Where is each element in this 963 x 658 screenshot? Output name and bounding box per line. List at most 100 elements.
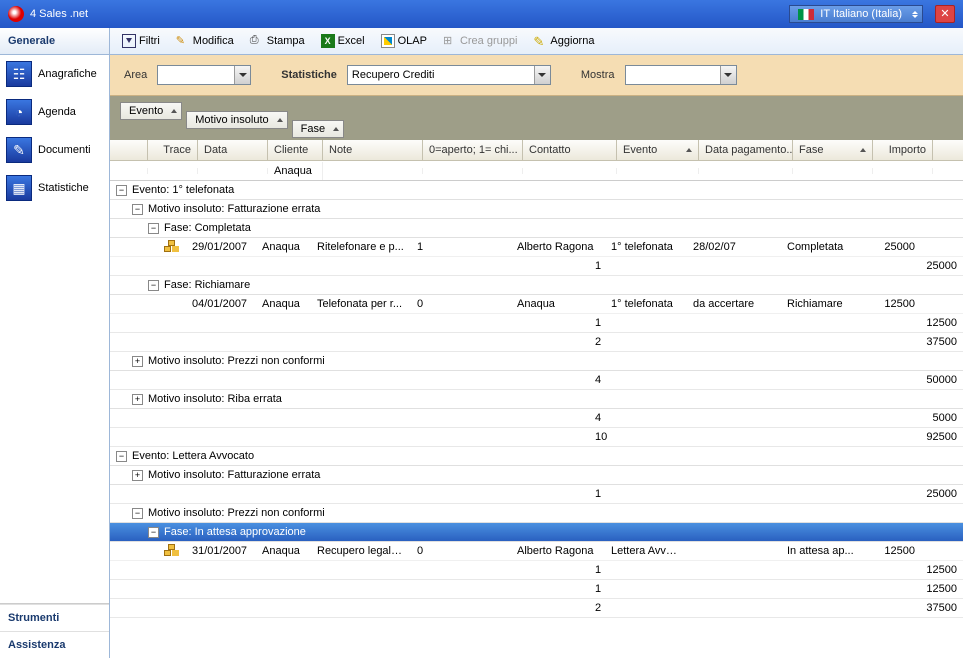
area-input[interactable] [158, 66, 234, 84]
group-chip-fase[interactable]: Fase [292, 120, 344, 138]
group-icon [443, 34, 457, 48]
group-row-evento[interactable]: −Evento: 1° telefonata [110, 181, 963, 200]
group-row-evento[interactable]: −Evento: Lettera Avvocato [110, 447, 963, 466]
sidebar: Generale ☷ Anagrafiche ◔ Agenda ✎ Docume… [0, 28, 110, 658]
area-combo[interactable] [157, 65, 251, 85]
collapse-icon[interactable]: − [116, 185, 127, 196]
excel-button[interactable]: XExcel [315, 31, 371, 51]
col-evento[interactable]: Evento [617, 140, 699, 160]
filtri-button[interactable]: Filtri [116, 31, 166, 51]
sidebar-item-agenda[interactable]: ◔ Agenda [0, 93, 109, 131]
col-cliente[interactable]: Cliente [268, 140, 323, 160]
sidebar-item-label: Agenda [38, 106, 76, 118]
sort-asc-icon [333, 127, 339, 131]
language-selector[interactable]: IT Italiano (Italia) [789, 5, 923, 23]
anagrafiche-icon: ☷ [6, 61, 32, 87]
collapse-icon[interactable]: − [148, 280, 159, 291]
agenda-icon: ◔ [6, 99, 32, 125]
app-icon [8, 6, 24, 22]
aggiorna-button[interactable]: Aggiorna [527, 31, 600, 51]
group-row-motivo[interactable]: +Motivo insoluto: Fatturazione errata [110, 466, 963, 485]
summary-row: 45000 [110, 409, 963, 428]
filter-bar: Area Statistiche Mostra [110, 55, 963, 96]
sidebar-item-label: Documenti [38, 144, 91, 156]
close-button[interactable]: ✕ [935, 5, 955, 23]
stampa-button[interactable]: Stampa [244, 31, 311, 51]
group-row-motivo[interactable]: −Motivo insoluto: Prezzi non conformi [110, 504, 963, 523]
mostra-input[interactable] [626, 66, 720, 84]
group-row-motivo[interactable]: +Motivo insoluto: Riba errata [110, 390, 963, 409]
summary-row: 125000 [110, 257, 963, 276]
dropdown-icon[interactable] [234, 66, 250, 84]
col-pagamento[interactable]: Data pagamento... [699, 140, 793, 160]
sidebar-header-strumenti[interactable]: Strumenti [0, 604, 109, 631]
mostra-combo[interactable] [625, 65, 737, 85]
dropdown-icon[interactable] [720, 66, 736, 84]
group-by-bar[interactable]: Evento Motivo insoluto Fase [110, 96, 963, 140]
area-label: Area [124, 69, 147, 81]
collapse-icon[interactable]: − [132, 204, 143, 215]
data-row[interactable]: 29/01/2007 Anaqua Ritelefonare e p... 1 … [110, 238, 963, 257]
grid-header: Trace Data Cliente Note 0=aperto; 1= chi… [110, 140, 963, 161]
statistiche-combo[interactable] [347, 65, 551, 85]
flag-italy-icon [798, 9, 814, 20]
sidebar-item-statistiche[interactable]: ▦ Statistiche [0, 169, 109, 207]
olap-icon [381, 34, 395, 48]
col-importo[interactable]: Importo [873, 140, 933, 160]
group-row-motivo[interactable]: −Motivo insoluto: Fatturazione errata [110, 200, 963, 219]
data-row[interactable]: 31/01/2007 Anaqua Recupero legale... 0 A… [110, 542, 963, 561]
mostra-label: Mostra [581, 69, 615, 81]
summary-row: 112500 [110, 561, 963, 580]
documenti-icon: ✎ [6, 137, 32, 163]
sidebar-header-assistenza[interactable]: Assistenza [0, 631, 109, 658]
col-expander [110, 140, 148, 160]
group-row-fase-selected[interactable]: −Fase: In attesa approvazione [110, 523, 963, 542]
summary-row: 1092500 [110, 428, 963, 447]
data-row[interactable]: 04/01/2007 Anaqua Telefonata per r... 0 … [110, 295, 963, 314]
summary-row: 237500 [110, 333, 963, 352]
statistiche-input[interactable] [348, 66, 534, 84]
col-aperto[interactable]: 0=aperto; 1= chi... [423, 140, 523, 160]
collapse-icon[interactable]: − [148, 527, 159, 538]
group-row-fase[interactable]: −Fase: Completata [110, 219, 963, 238]
expand-icon[interactable]: + [132, 470, 143, 481]
trace-icon[interactable] [164, 544, 180, 558]
sort-asc-icon [277, 118, 283, 122]
statistiche-label: Statistiche [281, 69, 337, 81]
col-fase[interactable]: Fase [793, 140, 873, 160]
expand-icon[interactable]: + [132, 394, 143, 405]
group-row-motivo[interactable]: +Motivo insoluto: Prezzi non conformi [110, 352, 963, 371]
summary-row: 112500 [110, 580, 963, 599]
trace-icon[interactable] [164, 240, 180, 254]
dropdown-icon[interactable] [534, 66, 550, 84]
trace-icon[interactable] [164, 297, 180, 311]
print-icon [250, 34, 264, 48]
olap-button[interactable]: OLAP [375, 31, 433, 51]
col-note[interactable]: Note [323, 140, 423, 160]
sidebar-item-anagrafiche[interactable]: ☷ Anagrafiche [0, 55, 109, 93]
filter-row: Anaqua [110, 161, 963, 181]
collapse-icon[interactable]: − [148, 223, 159, 234]
toolbar: Filtri Modifica Stampa XExcel OLAP Crea … [110, 28, 963, 55]
collapse-icon[interactable]: − [132, 508, 143, 519]
statistiche-icon: ▦ [6, 175, 32, 201]
sidebar-item-documenti[interactable]: ✎ Documenti [0, 131, 109, 169]
group-row-fase[interactable]: −Fase: Richiamare [110, 276, 963, 295]
col-trace[interactable]: Trace [148, 140, 198, 160]
app-title: 4 Sales .net [30, 8, 789, 20]
expand-icon[interactable]: + [132, 356, 143, 367]
summary-row: 237500 [110, 599, 963, 618]
crea-gruppi-button[interactable]: Crea gruppi [437, 31, 523, 51]
summary-row: 450000 [110, 371, 963, 390]
collapse-icon[interactable]: − [116, 451, 127, 462]
group-chip-motivo[interactable]: Motivo insoluto [186, 111, 287, 129]
modifica-button[interactable]: Modifica [170, 31, 240, 51]
col-data[interactable]: Data [198, 140, 268, 160]
sort-asc-icon [171, 109, 177, 113]
col-contatto[interactable]: Contatto [523, 140, 617, 160]
filter-cliente[interactable]: Anaqua [268, 162, 323, 180]
group-chip-evento[interactable]: Evento [120, 102, 182, 120]
filter-icon [122, 34, 136, 48]
edit-icon [176, 34, 190, 48]
sidebar-header-generale[interactable]: Generale [0, 28, 109, 55]
